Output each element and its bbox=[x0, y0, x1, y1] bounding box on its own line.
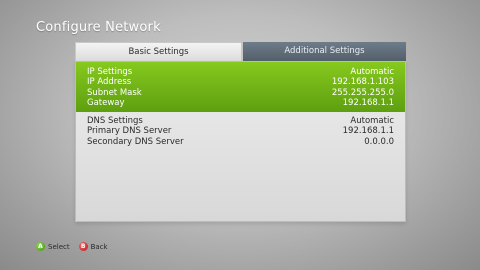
dns-settings-row: DNS Settings Automatic bbox=[87, 116, 394, 126]
primary-dns-row: Primary DNS Server 192.168.1.1 bbox=[87, 126, 394, 136]
ip-address-row: IP Address 192.168.1.103 bbox=[87, 77, 394, 87]
ip-settings-label: IP Settings bbox=[87, 67, 133, 77]
tab-additional-settings[interactable]: Additional Settings bbox=[243, 42, 406, 61]
b-button-icon[interactable]: B bbox=[78, 242, 88, 251]
ip-address-value: 192.168.1.103 bbox=[331, 77, 394, 88]
dns-settings-group[interactable]: DNS Settings Automatic Primary DNS Serve… bbox=[76, 113, 405, 153]
secondary-dns-value: 0.0.0.0 bbox=[364, 136, 394, 147]
ip-settings-group[interactable]: IP Settings Automatic IP Address 192.168… bbox=[76, 62, 405, 112]
subnet-mask-row: Subnet Mask 255.255.255.0 bbox=[87, 88, 394, 98]
button-legend: A Select B Back bbox=[36, 242, 117, 251]
back-label: Back bbox=[90, 242, 108, 251]
secondary-dns-label: Secondary DNS Server bbox=[87, 136, 184, 147]
primary-dns-label: Primary DNS Server bbox=[87, 126, 172, 137]
select-label: Select bbox=[48, 242, 70, 251]
page-title: Configure Network bbox=[36, 20, 161, 35]
settings-panel: IP Settings Automatic IP Address 192.168… bbox=[75, 61, 406, 222]
gateway-value: 192.168.1.1 bbox=[342, 97, 394, 108]
subnet-mask-value: 255.255.255.0 bbox=[331, 87, 394, 98]
gateway-row: Gateway 192.168.1.1 bbox=[87, 98, 394, 108]
gateway-label: Gateway bbox=[87, 97, 125, 108]
settings-tabs: Basic Settings Additional Settings bbox=[75, 42, 406, 61]
tab-basic-settings[interactable]: Basic Settings bbox=[75, 42, 242, 61]
dns-settings-label: DNS Settings bbox=[87, 116, 143, 126]
secondary-dns-row: Secondary DNS Server 0.0.0.0 bbox=[87, 137, 394, 147]
a-button-icon[interactable]: A bbox=[36, 242, 45, 251]
dns-settings-value: Automatic bbox=[350, 116, 394, 126]
subnet-mask-label: Subnet Mask bbox=[87, 87, 142, 98]
ip-settings-row: IP Settings Automatic bbox=[87, 67, 394, 77]
ip-settings-value: Automatic bbox=[350, 67, 394, 77]
ip-address-label: IP Address bbox=[87, 77, 132, 88]
primary-dns-value: 192.168.1.1 bbox=[342, 126, 394, 137]
